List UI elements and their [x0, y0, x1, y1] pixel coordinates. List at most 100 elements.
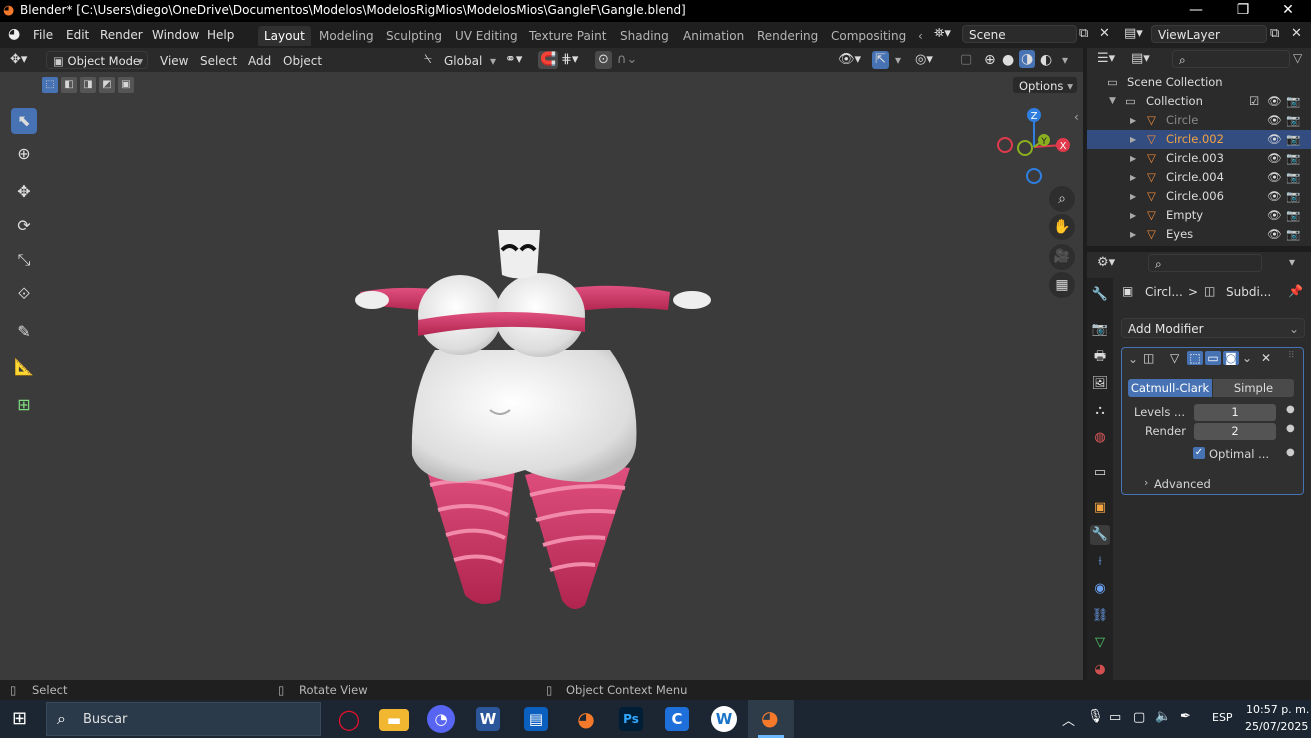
camera-icon[interactable]: 📷 [1286, 225, 1300, 244]
shading-material-icon[interactable]: ◑ [1019, 50, 1036, 68]
eye-icon[interactable]: 👁 [1267, 206, 1282, 225]
tab-sculpting[interactable]: Sculpting [380, 26, 448, 46]
expand-right-icon[interactable]: › [1144, 476, 1148, 489]
select-invert-icon[interactable]: ◩ [99, 77, 115, 93]
constraints-tab-icon[interactable]: ⛓ [1090, 606, 1110, 626]
annotate-tool-icon[interactable]: ✎ [11, 319, 37, 345]
control-panel-icon[interactable]: ▤ [524, 707, 548, 731]
menu-render[interactable]: Render [100, 28, 143, 42]
optimal-display-checkbox[interactable]: ✓ [1193, 447, 1205, 459]
network-icon[interactable]: ▢ [1133, 710, 1145, 725]
clock-date[interactable]: 25/07/2025 [1245, 720, 1308, 733]
outliner-scene-collection[interactable]: ▭ Scene Collection [1087, 73, 1311, 92]
navigation-gizmo[interactable]: Z X Y [990, 102, 1080, 192]
eye-icon[interactable]: 👁 [1267, 187, 1282, 206]
outliner-collection[interactable]: ▼ ▭ Collection ☑ 👁 📷 [1087, 92, 1311, 111]
tab-animation[interactable]: Animation [677, 26, 750, 46]
discord-icon[interactable]: ◔ [427, 705, 455, 733]
outliner-funnel-icon[interactable]: ▽ [1293, 51, 1302, 65]
eye-icon[interactable]: 👁 [1267, 149, 1282, 168]
outliner-filter-icon[interactable]: ▤▾ [1131, 51, 1150, 66]
outliner-search[interactable]: ⌕ [1172, 50, 1290, 68]
eye-icon[interactable]: 👁 [1267, 92, 1282, 111]
battery-icon[interactable]: ▭ [1109, 710, 1121, 725]
expand-right-icon[interactable]: ▶ [1130, 168, 1136, 187]
properties-options-icon[interactable]: ▾ [1289, 255, 1295, 269]
falloff-icon[interactable]: ∩⌄ [617, 51, 637, 69]
clipchamp-icon[interactable]: C [665, 707, 689, 731]
camera-icon[interactable]: 📷 [1286, 111, 1300, 130]
maximize-button[interactable]: ❐ [1220, 0, 1266, 22]
orientation-dropdown[interactable]: Global ▾ [444, 52, 496, 70]
eye-icon[interactable]: 👁 [1267, 168, 1282, 187]
measure-tool-icon[interactable]: 📐 [11, 354, 37, 380]
camera-icon[interactable]: 📷 [1286, 206, 1300, 225]
scale-tool-icon[interactable]: ⤡ [11, 247, 37, 273]
camera-icon[interactable]: 📷 [1286, 149, 1300, 168]
exclude-checkbox-icon[interactable]: ☑ [1249, 92, 1259, 111]
pin-icon[interactable]: 📌 [1288, 284, 1303, 298]
camera-icon[interactable]: 📷 [1286, 92, 1300, 111]
new-viewlayer-icon[interactable]: ⧉ [1270, 26, 1279, 41]
outliner-row[interactable]: ▶ ▽ Empty 👁 📷 [1087, 206, 1311, 225]
keyframe-dot-icon[interactable]: ● [1286, 447, 1295, 458]
workspace-overflow-icon[interactable]: ‹ [918, 29, 923, 43]
tab-shading[interactable]: Shading [614, 26, 675, 46]
properties-search[interactable]: ⌕ [1148, 254, 1262, 272]
select-subtract-icon[interactable]: ◨ [80, 77, 96, 93]
overlays-icon[interactable]: ◎▾ [915, 51, 933, 69]
select-extend-icon[interactable]: ◧ [61, 77, 77, 93]
scene-field[interactable]: Scene [962, 25, 1077, 43]
file-explorer-icon[interactable]: ▬ [379, 709, 409, 731]
view-layer-tab-icon[interactable]: 🖼 [1090, 374, 1110, 394]
outliner-row[interactable]: ▶ ▽ Eyes 👁 📷 [1087, 225, 1311, 244]
keyframe-dot-icon[interactable]: ● [1286, 423, 1295, 434]
menu-file[interactable]: File [33, 28, 53, 42]
expand-right-icon[interactable]: ▶ [1130, 149, 1136, 168]
gizmo-toggle-icon[interactable]: ⇱ [872, 51, 889, 69]
menu-edit[interactable]: Edit [66, 28, 89, 42]
visibility-icon[interactable]: 👁▾ [838, 51, 861, 69]
eye-icon[interactable]: 👁 [1267, 225, 1282, 244]
expand-right-icon[interactable]: ▶ [1130, 111, 1136, 130]
menu-window[interactable]: Window [152, 28, 199, 42]
select-new-icon[interactable]: ⬚ [42, 77, 58, 93]
3d-character-model[interactable] [340, 220, 730, 620]
tab-modeling[interactable]: Modeling [313, 26, 380, 46]
drag-handle-icon[interactable]: ⠿ [1288, 351, 1295, 361]
shading-solid-icon[interactable]: ● [1002, 51, 1014, 69]
language-indicator[interactable]: ESP [1212, 711, 1233, 724]
delete-scene-icon[interactable]: ✕ [1099, 26, 1110, 41]
camera-view-icon[interactable]: 🎥 [1049, 244, 1075, 270]
render-tab-icon[interactable]: 📷 [1090, 320, 1110, 340]
expand-down-icon[interactable]: ▼ [1109, 92, 1116, 111]
world-tab-icon[interactable]: ◍ [1090, 428, 1110, 448]
snap-toggle-icon[interactable]: 🧲 [538, 51, 559, 69]
edit-mode-toggle-icon[interactable]: ⬚ [1187, 351, 1203, 365]
perspective-grid-icon[interactable]: ▦ [1049, 272, 1075, 298]
render-toggle-icon[interactable]: ◙ [1223, 351, 1239, 365]
cursor-tool-icon[interactable]: ⊕ [11, 141, 37, 167]
expand-right-icon[interactable]: ▶ [1130, 130, 1136, 149]
pen-icon[interactable]: ✒ [1180, 709, 1191, 724]
eye-icon[interactable]: 👁 [1267, 111, 1282, 130]
camera-icon[interactable]: 📷 [1286, 130, 1300, 149]
viewport-menu-add[interactable]: Add [248, 52, 271, 70]
levels-viewport-field[interactable]: 1 [1194, 404, 1276, 421]
tray-overflow-icon[interactable]: ︿ [1062, 710, 1075, 729]
mode-dropdown[interactable]: ▣ Object Mode ▾ [46, 51, 148, 69]
outliner-editor-icon[interactable]: ☰▾ [1097, 51, 1115, 66]
output-tab-icon[interactable]: 🖶 [1090, 347, 1110, 367]
viewlayer-icon[interactable]: ▤▾ [1124, 26, 1143, 41]
pivot-point-icon[interactable]: ⚭▾ [505, 51, 522, 69]
camera-icon[interactable]: 📷 [1286, 187, 1300, 206]
on-cage-icon[interactable]: ▽ [1170, 351, 1179, 365]
outliner-row[interactable]: ▶ ▽ Circle.004 👁 📷 [1087, 168, 1311, 187]
delete-viewlayer-icon[interactable]: ✕ [1291, 26, 1302, 41]
expand-right-icon[interactable]: ▶ [1130, 206, 1136, 225]
advanced-subpanel[interactable]: Advanced [1154, 477, 1211, 491]
blender-menu-icon[interactable]: ◕ [8, 26, 20, 42]
properties-editor-icon[interactable]: ⚙▾ [1097, 255, 1115, 270]
keyframe-dot-icon[interactable]: ● [1286, 404, 1295, 415]
gizmo-neg-y-ball[interactable] [1017, 140, 1033, 156]
